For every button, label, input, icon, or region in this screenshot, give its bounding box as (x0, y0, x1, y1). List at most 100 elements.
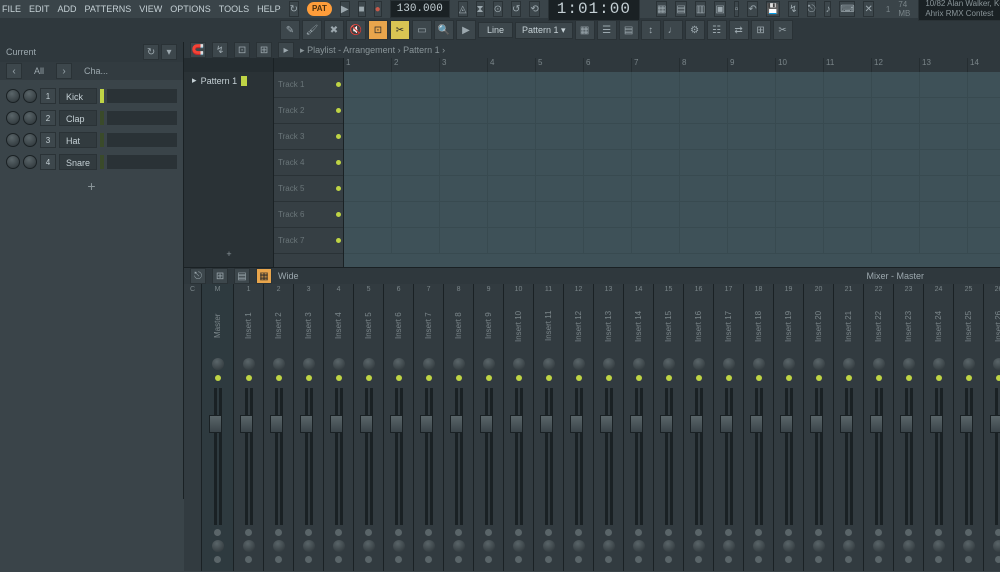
track-name[interactable]: Insert 10 (514, 296, 523, 356)
channel-pan-knob[interactable] (6, 89, 20, 103)
volume-fader[interactable] (780, 415, 793, 433)
tempo-display[interactable]: 130.000 (390, 0, 450, 18)
track-header[interactable]: Track 3 (274, 124, 343, 150)
track-name[interactable]: Insert 11 (544, 296, 553, 356)
view-pl-icon[interactable]: ▦ (575, 20, 595, 40)
track-name[interactable]: Insert 23 (904, 296, 913, 356)
mixer-insert-track[interactable]: 13Insert 13 (594, 284, 624, 571)
browser-tab-channels[interactable]: Cha... (76, 64, 116, 78)
pan-knob[interactable] (723, 358, 735, 370)
route-led[interactable] (365, 556, 372, 563)
stereo-sep-knob[interactable] (603, 540, 615, 552)
volume-fader[interactable] (930, 415, 943, 433)
timeline-bar[interactable]: 6 (584, 58, 632, 72)
mute-button[interactable] (245, 529, 252, 536)
fx-enable-led[interactable] (966, 375, 972, 381)
track-name[interactable]: Insert 18 (754, 296, 763, 356)
mute-button[interactable] (965, 529, 972, 536)
countdown-icon[interactable]: ⊙ (493, 1, 503, 17)
playlist-row[interactable] (344, 176, 1000, 202)
tool-draw-icon[interactable]: ✎ (280, 20, 300, 40)
mixer-insert-track[interactable]: 20Insert 20 (804, 284, 834, 571)
menu-tools[interactable]: TOOLS (219, 4, 249, 14)
mixer-insert-track[interactable]: 9Insert 9 (474, 284, 504, 571)
pan-knob[interactable] (543, 358, 555, 370)
tool-paint-icon[interactable]: 🖌 (302, 20, 322, 40)
pattern-selector[interactable]: Pattern 1 ▾ (515, 22, 573, 39)
fx-enable-led[interactable] (486, 375, 492, 381)
stereo-sep-knob[interactable] (753, 540, 765, 552)
mixer-insert-track[interactable]: 21Insert 21 (834, 284, 864, 571)
pan-knob[interactable] (573, 358, 585, 370)
pan-knob[interactable] (333, 358, 345, 370)
track-name[interactable]: Insert 2 (274, 296, 283, 356)
track-mute-led[interactable] (336, 186, 341, 191)
fx-enable-led[interactable] (606, 375, 612, 381)
route-led[interactable] (545, 556, 552, 563)
channel-pan-knob[interactable] (6, 155, 20, 169)
tool-zoom-icon[interactable]: 🔍 (434, 20, 454, 40)
fx-enable-led[interactable] (396, 375, 402, 381)
mute-button[interactable] (335, 529, 342, 536)
mixer-insert-track[interactable]: 16Insert 16 (684, 284, 714, 571)
tool-plugin-icon[interactable]: ⚙ (685, 20, 705, 40)
mute-button[interactable] (214, 529, 221, 536)
channel-steps[interactable] (107, 111, 177, 125)
close-windows-icon[interactable]: ✕ (863, 1, 873, 17)
fx-enable-led[interactable] (936, 375, 942, 381)
channel-pan-knob[interactable] (6, 111, 20, 125)
mute-button[interactable] (815, 529, 822, 536)
track-name[interactable]: Insert 8 (454, 296, 463, 356)
volume-fader[interactable] (990, 415, 1000, 433)
timeline-bar[interactable]: 7 (632, 58, 680, 72)
mixer-insert-track[interactable]: 19Insert 19 (774, 284, 804, 571)
track-mute-led[interactable] (336, 108, 341, 113)
timeline-bar[interactable]: 11 (824, 58, 872, 72)
fx-enable-led[interactable] (306, 375, 312, 381)
fx-enable-led[interactable] (426, 375, 432, 381)
stereo-sep-knob[interactable] (543, 540, 555, 552)
pan-knob[interactable] (603, 358, 615, 370)
stereo-sep-knob[interactable] (573, 540, 585, 552)
mixer-insert-track[interactable]: 5Insert 5 (354, 284, 384, 571)
pan-knob[interactable] (273, 358, 285, 370)
pan-knob[interactable] (693, 358, 705, 370)
tool-select-icon[interactable]: ▭ (412, 20, 432, 40)
volume-fader[interactable] (510, 415, 523, 433)
track-name[interactable]: Insert 15 (664, 296, 673, 356)
channel-add-button[interactable]: + (6, 174, 177, 198)
mute-button[interactable] (845, 529, 852, 536)
fx-enable-led[interactable] (816, 375, 822, 381)
stereo-sep-knob[interactable] (423, 540, 435, 552)
stereo-sep-knob[interactable] (843, 540, 855, 552)
menu-edit[interactable]: EDIT (29, 4, 50, 14)
pan-knob[interactable] (363, 358, 375, 370)
fx-enable-led[interactable] (456, 375, 462, 381)
playlist-row[interactable] (344, 228, 1000, 254)
route-led[interactable] (845, 556, 852, 563)
volume-fader[interactable] (690, 415, 703, 433)
mixer-insert-track[interactable]: 4Insert 4 (324, 284, 354, 571)
route-led[interactable] (785, 556, 792, 563)
stereo-sep-knob[interactable] (663, 540, 675, 552)
mixer-insert-track[interactable]: 15Insert 15 (654, 284, 684, 571)
playlist-tool4-icon[interactable]: ⊞ (256, 42, 272, 58)
browser-reread-icon[interactable]: ↻ (143, 44, 159, 60)
track-name[interactable]: Insert 21 (844, 296, 853, 356)
fx-enable-led[interactable] (726, 375, 732, 381)
typing-keyboard-icon[interactable]: ⌨ (839, 1, 855, 17)
route-led[interactable] (515, 556, 522, 563)
stereo-sep-knob[interactable] (633, 540, 645, 552)
pan-knob[interactable] (453, 358, 465, 370)
volume-fader[interactable] (570, 415, 583, 433)
track-name[interactable]: Master (213, 296, 222, 356)
channel-steps[interactable] (107, 133, 177, 147)
volume-fader[interactable] (390, 415, 403, 433)
track-header[interactable]: Track 2 (274, 98, 343, 124)
volume-fader[interactable] (750, 415, 763, 433)
mute-button[interactable] (605, 529, 612, 536)
playlist-row[interactable] (344, 98, 1000, 124)
view-pr-icon[interactable]: ▤ (619, 20, 639, 40)
playlist-row[interactable] (344, 202, 1000, 228)
track-name[interactable]: Insert 4 (334, 296, 343, 356)
